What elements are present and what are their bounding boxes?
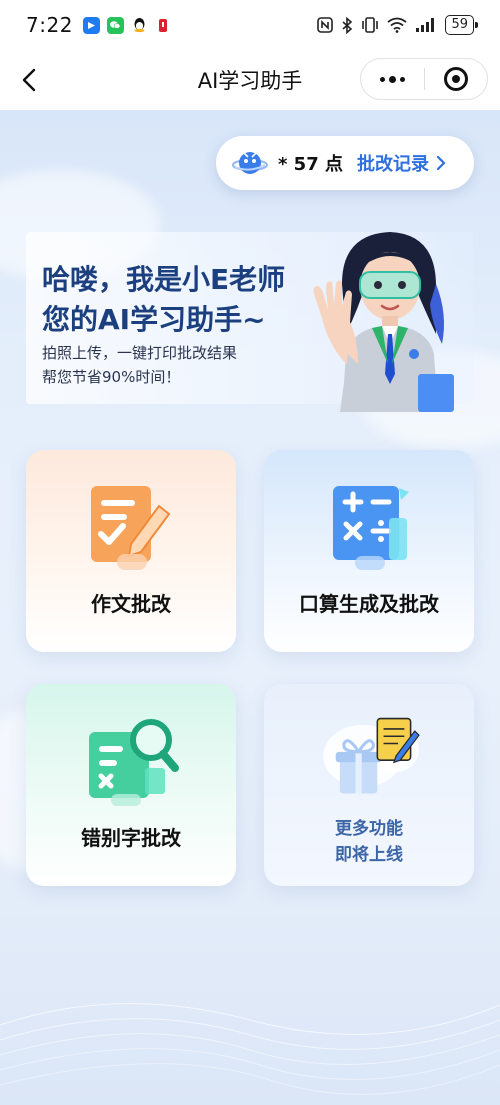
more-card-line1: 更多功能 bbox=[335, 819, 403, 839]
typo-correction-card[interactable]: 错别字批改 bbox=[26, 684, 236, 886]
mini-program-capsule bbox=[360, 58, 488, 100]
back-arrow-icon[interactable] bbox=[16, 66, 44, 94]
battery-indicator: 59 bbox=[445, 15, 478, 35]
math-card-label: 口算生成及批改 bbox=[299, 592, 439, 616]
status-time: 7:22 bbox=[26, 13, 73, 37]
nav-bar: AI学习助手 bbox=[0, 50, 500, 110]
essay-card-label: 作文批改 bbox=[91, 592, 171, 616]
notification-icon bbox=[155, 17, 172, 34]
math-card[interactable]: 口算生成及批改 bbox=[264, 450, 474, 652]
hero-title-line2: 您的AI学习助手~ bbox=[42, 303, 266, 336]
wifi-icon bbox=[387, 17, 408, 33]
hero-subtitle-line2: 帮您节省90%时间！ bbox=[42, 368, 181, 386]
more-dots-icon[interactable] bbox=[361, 59, 424, 99]
points-pill[interactable]: * 57 点 批改记录 bbox=[216, 136, 474, 190]
record-label: 批改记录 bbox=[357, 154, 429, 175]
more-card-line2: 即将上线 bbox=[335, 845, 403, 865]
hero-title-line1: 哈喽，我是小E老师 bbox=[42, 263, 286, 296]
status-right: 59 bbox=[317, 15, 478, 35]
points-value: * 57 点 bbox=[278, 154, 343, 175]
gift-document-icon bbox=[323, 717, 420, 794]
qq-icon bbox=[131, 17, 148, 34]
essay-correction-card[interactable]: 作文批改 bbox=[26, 450, 236, 652]
more-features-card: 更多功能 即将上线 bbox=[264, 684, 474, 886]
math-symbols-icon bbox=[333, 486, 409, 570]
nfc-icon bbox=[317, 17, 334, 33]
main-area: * 57 点 批改记录 哈喽，我是小E老师 您的AI学习助手~ 拍照上传，一键打… bbox=[0, 110, 500, 1105]
wave-decoration bbox=[0, 1003, 500, 1095]
essay-pen-icon bbox=[91, 486, 171, 570]
page-title: AI学习助手 bbox=[197, 69, 303, 93]
record-link[interactable]: 批改记录 bbox=[357, 150, 447, 176]
planet-icon bbox=[232, 152, 268, 174]
teacher-avatar bbox=[313, 232, 454, 412]
magnifier-check-icon bbox=[89, 719, 179, 806]
target-circle-icon[interactable] bbox=[425, 59, 487, 99]
vibrate-icon bbox=[362, 17, 379, 33]
chevron-right-icon bbox=[436, 155, 446, 171]
status-bar: 7:22 59 bbox=[0, 0, 500, 50]
wechat-icon bbox=[106, 16, 124, 34]
typo-card-label: 错别字批改 bbox=[81, 826, 181, 850]
bluetooth-icon bbox=[342, 16, 353, 34]
hero-subtitle-line1: 拍照上传，一键打印批改结果 bbox=[42, 344, 238, 362]
signal-icon bbox=[416, 18, 435, 32]
app-blue-icon bbox=[82, 16, 100, 34]
